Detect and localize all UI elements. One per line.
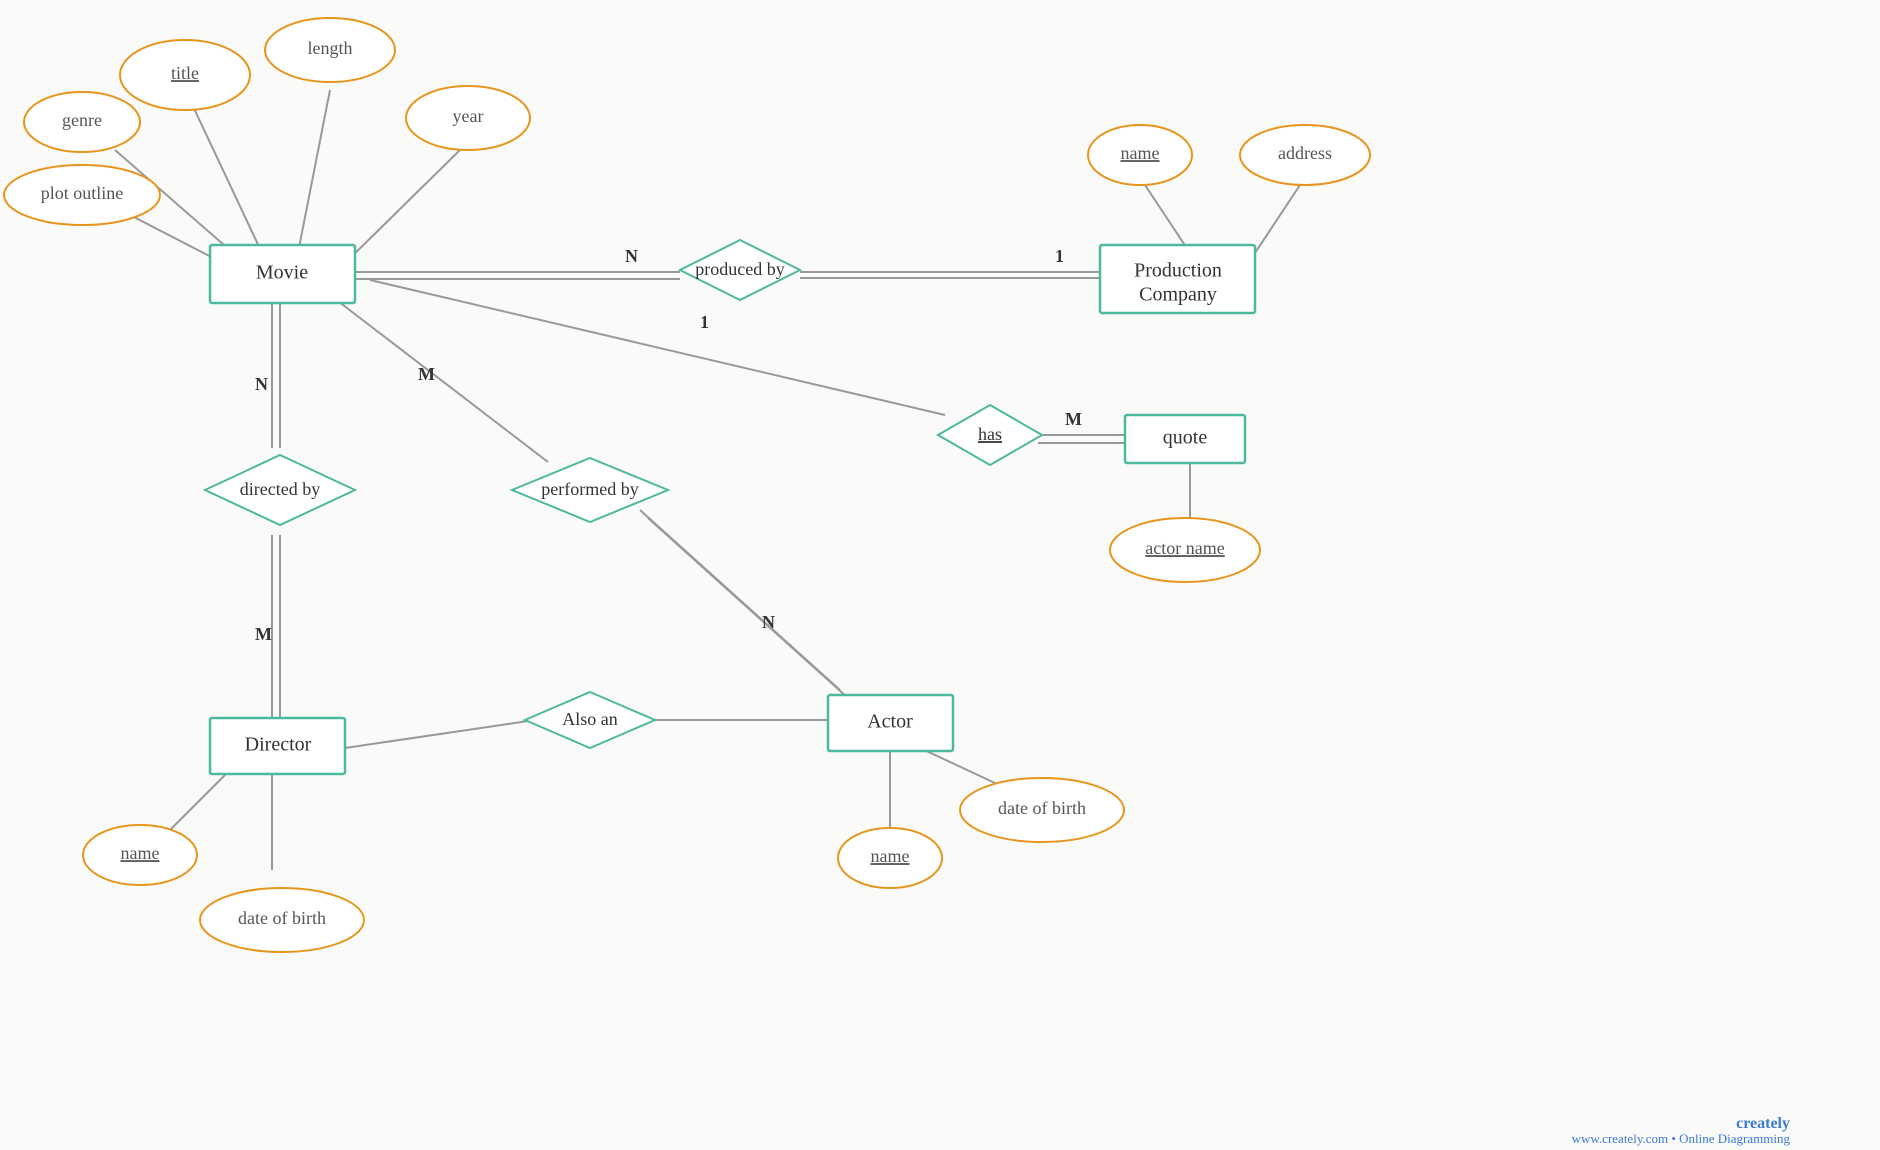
card-movie-performed-m: M [418,364,435,384]
rel-produced-by-label: produced by [695,259,784,279]
watermark-brand: creately [1736,1115,1790,1132]
card-movie-has-1: 1 [700,312,709,332]
entity-quote-label: quote [1163,427,1208,449]
card-movie-directed-n: N [255,374,268,394]
card-performed-actor-n: N [762,612,775,632]
er-diagram: Movie Production Company Director Actor … [0,0,1880,1150]
watermark-url: www.creately.com • Online Diagramming [1572,1131,1791,1146]
entity-production-label-2: Company [1139,284,1217,306]
entity-actor-label: Actor [867,711,913,733]
attr-length-label: length [308,38,353,58]
attr-genre-label: genre [62,110,102,130]
attr-director-dob-label: date of birth [238,908,326,928]
rel-performed-by-label: performed by [541,479,638,499]
entity-movie-label: Movie [256,262,308,284]
entity-director-label: Director [245,734,312,756]
attr-title-label: title [171,63,199,83]
card-movie-produced-n: N [625,246,638,266]
rel-directed-by-label: directed by [240,479,320,499]
attr-prod-name-label: name [1121,143,1160,163]
rel-has-label: has [978,424,1002,444]
attr-prod-address-label: address [1278,143,1332,163]
attr-plot-outline-label: plot outline [41,183,124,203]
attr-actor-name-quote-label: actor name [1145,538,1224,558]
attr-actor-dob-label: date of birth [998,798,1086,818]
entity-production-label-1: Production [1134,260,1222,282]
card-has-quote-m: M [1065,409,1082,429]
attr-year-label: year [453,106,484,126]
card-directed-director-m: M [255,624,272,644]
attr-director-name-label: name [121,843,160,863]
rel-also-an-label: Also an [562,709,618,729]
attr-actor-name-label: name [871,846,910,866]
card-produced-company-1: 1 [1055,246,1064,266]
